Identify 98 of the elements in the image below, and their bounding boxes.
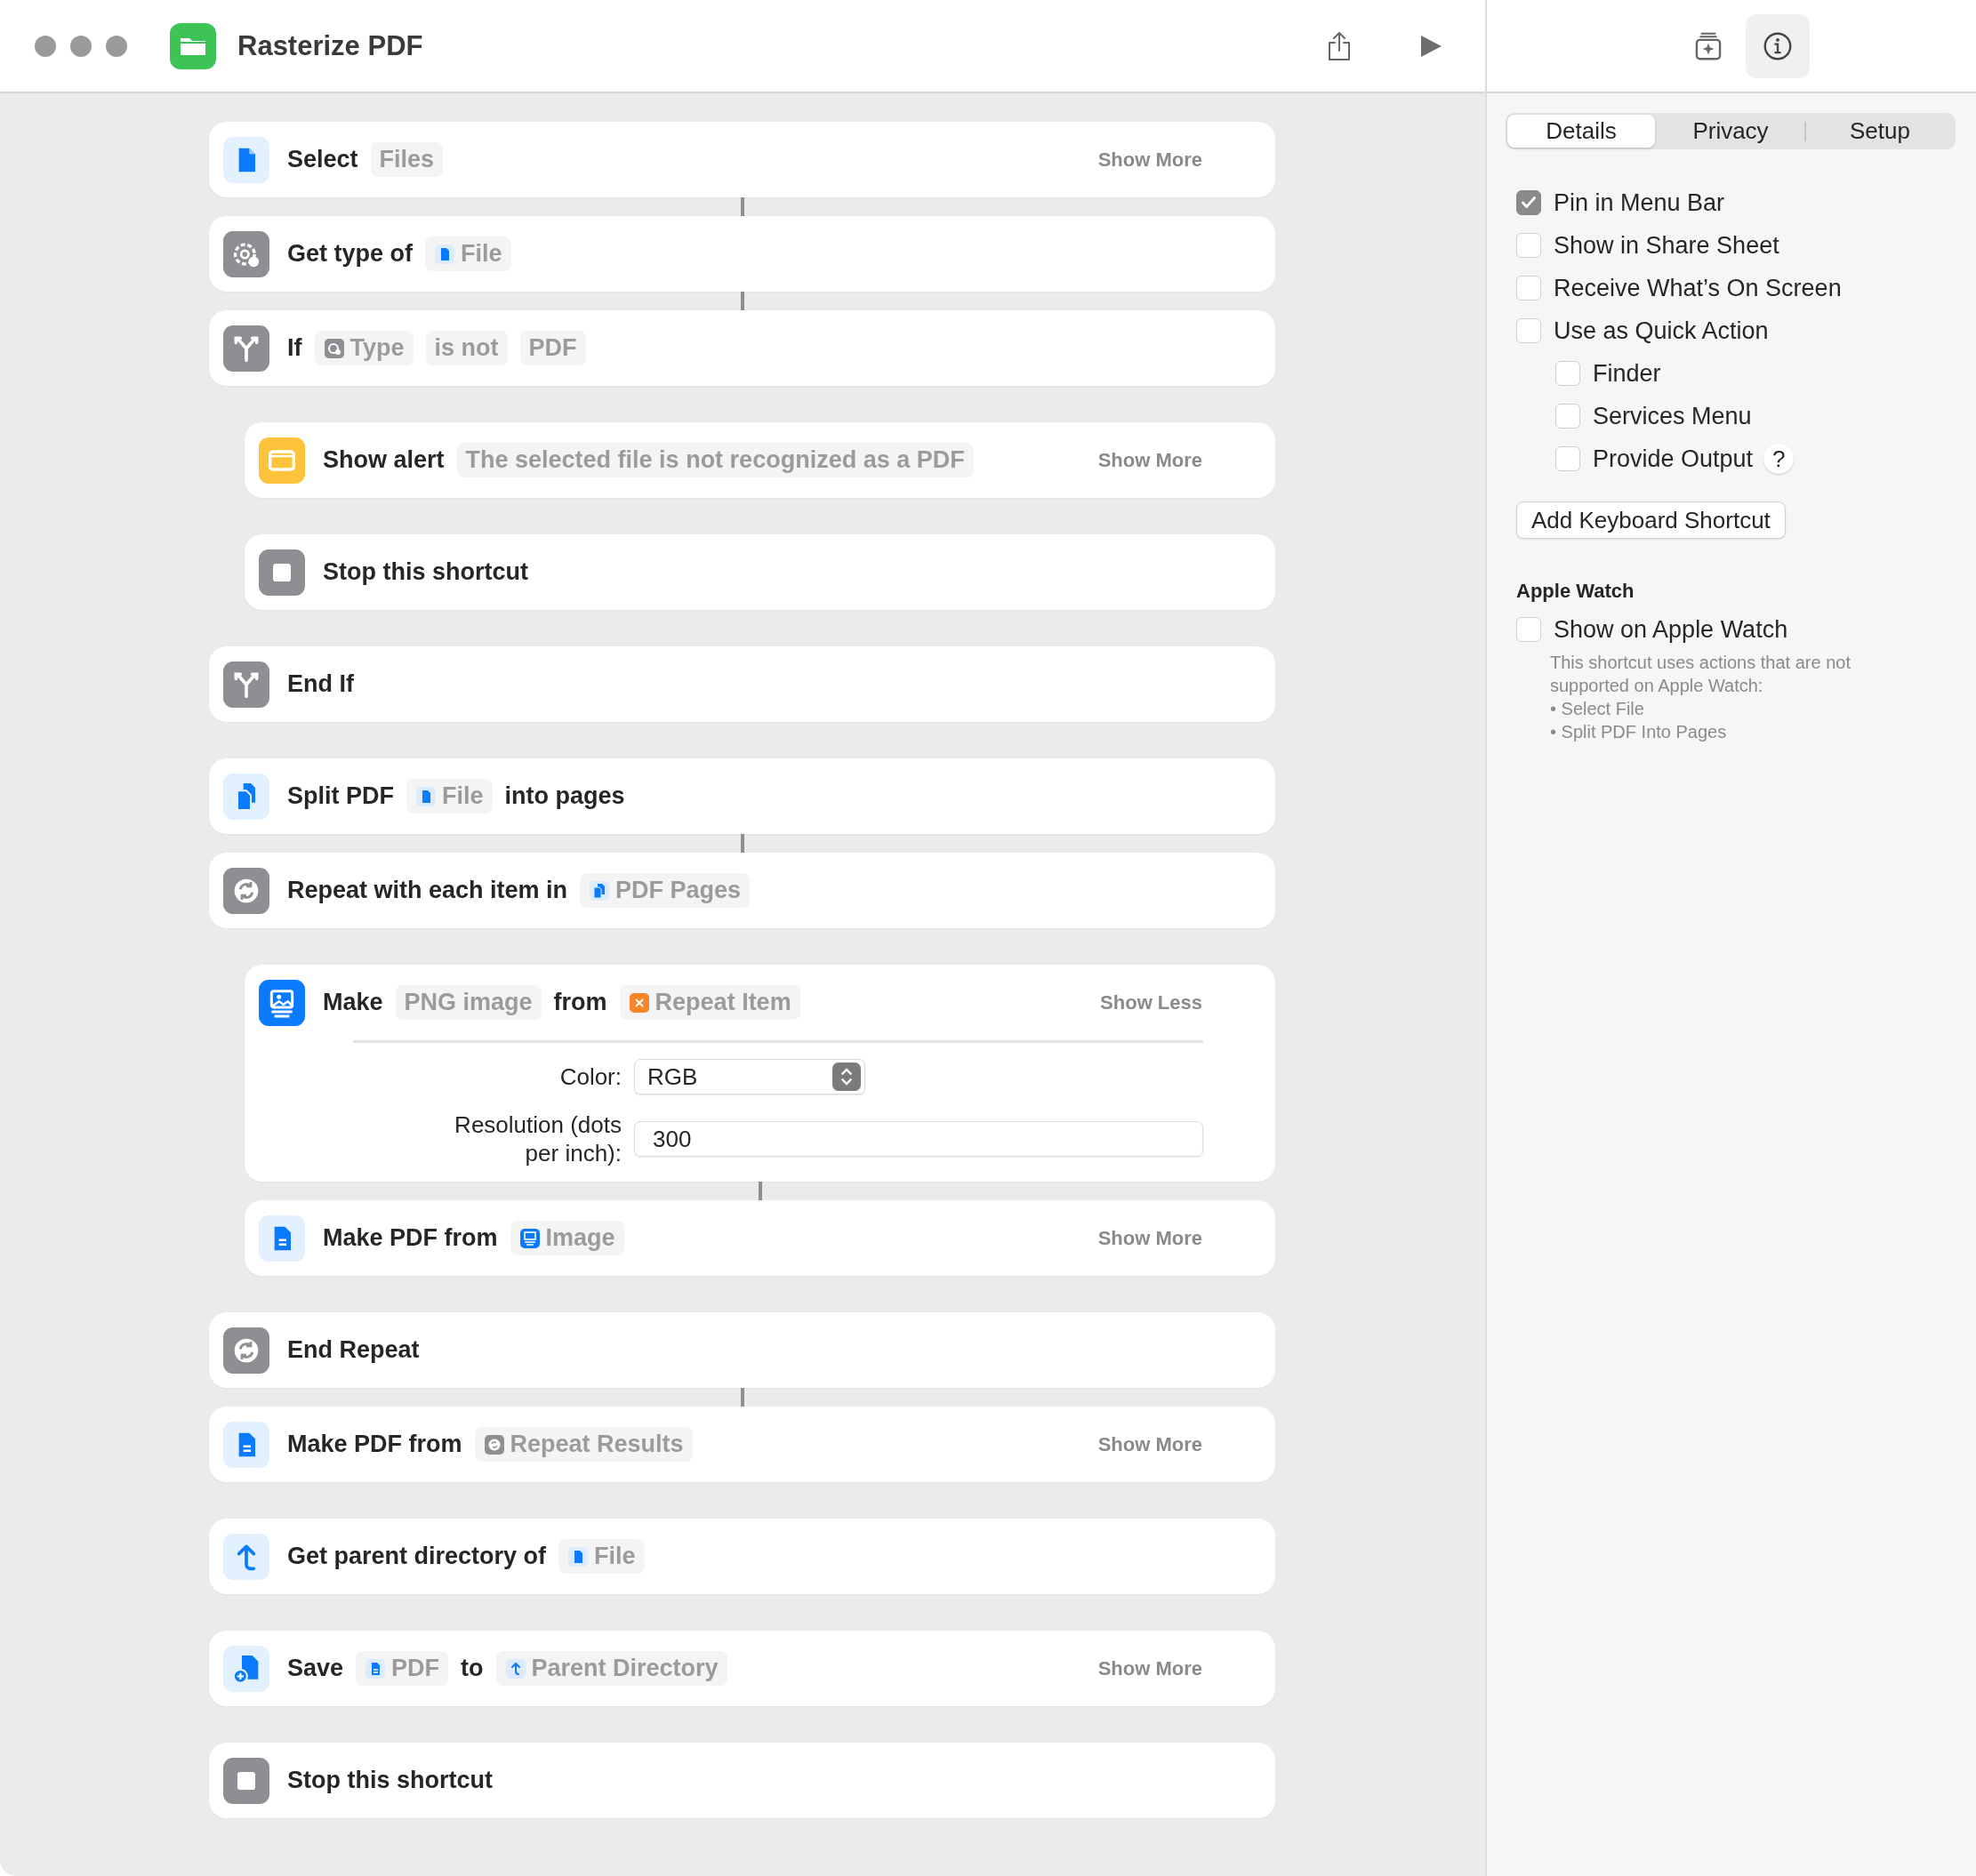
disclosure-link[interactable]: Show More bbox=[1097, 1432, 1202, 1456]
action-label: Make bbox=[323, 989, 383, 1016]
minimize-button[interactable] bbox=[70, 35, 92, 57]
tab[interactable]: Privacy bbox=[1657, 115, 1804, 148]
close-button[interactable] bbox=[35, 35, 56, 57]
variable-token[interactable]: PDF Pages bbox=[580, 873, 751, 908]
action-label: Get parent directory of bbox=[287, 1543, 547, 1570]
variable-token[interactable]: PDF bbox=[519, 331, 586, 365]
file-icon bbox=[223, 136, 269, 183]
variable-token[interactable]: The selected file is not recognized as a PDF bbox=[456, 443, 974, 477]
checkbox[interactable] bbox=[1516, 276, 1541, 301]
color-popup[interactable]: RGB bbox=[634, 1059, 865, 1094]
window-title: Rasterize PDF bbox=[237, 29, 423, 62]
checkbox-label: Provide Output bbox=[1593, 445, 1754, 473]
repeat-icon bbox=[483, 1433, 505, 1455]
branch-icon bbox=[223, 661, 269, 708]
chevrons-icon bbox=[832, 1062, 861, 1091]
checkbox[interactable] bbox=[1516, 233, 1541, 258]
checkbox-label: Finder bbox=[1593, 359, 1661, 388]
variable-token[interactable]: Files bbox=[370, 142, 444, 177]
repeat-icon bbox=[223, 1327, 269, 1374]
help-button[interactable]: ? bbox=[1763, 444, 1795, 474]
tab[interactable]: Setup bbox=[1806, 115, 1954, 148]
repeat-icon bbox=[223, 867, 269, 914]
variable-token[interactable]: File bbox=[406, 779, 493, 814]
note-item: • Split PDF Into Pages bbox=[1550, 721, 1728, 743]
variable-token[interactable]: PNG image bbox=[395, 985, 542, 1020]
variable-token[interactable]: File bbox=[425, 237, 511, 271]
disclosure-link[interactable]: Show More bbox=[1097, 1656, 1202, 1680]
checkbox-label: Show in Share Sheet bbox=[1554, 231, 1779, 260]
stop-icon bbox=[223, 1757, 269, 1804]
disclosure-link[interactable]: Show More bbox=[1097, 148, 1202, 172]
field-label: Color: bbox=[558, 1062, 622, 1091]
file-icon bbox=[415, 785, 437, 807]
checkbox-label: Receive What’s On Screen bbox=[1554, 274, 1842, 302]
document-icon bbox=[223, 1421, 269, 1468]
variable-token[interactable]: is not bbox=[425, 331, 508, 365]
section-heading: Apple Watch bbox=[1516, 580, 1635, 603]
checkbox[interactable] bbox=[1516, 318, 1541, 343]
file-icon bbox=[567, 1545, 590, 1567]
action-label: Show alert bbox=[323, 446, 445, 474]
action-label: Select bbox=[287, 146, 358, 173]
disclosure-link[interactable]: Show More bbox=[1097, 1226, 1202, 1250]
document-icon bbox=[365, 1657, 387, 1680]
action-label: Make PDF from bbox=[287, 1431, 462, 1458]
checkbox[interactable] bbox=[1555, 404, 1580, 429]
checkbox-label: Use as Quick Action bbox=[1554, 317, 1769, 345]
action-label: Repeat with each item in bbox=[287, 877, 568, 904]
pages-icon bbox=[589, 879, 611, 902]
action-label: from bbox=[553, 989, 607, 1016]
action-label: Stop this shortcut bbox=[287, 1767, 493, 1794]
variable-token[interactable]: Type bbox=[314, 331, 414, 365]
action-label: End Repeat bbox=[287, 1336, 420, 1364]
field-label: Resolution (dots per inch): bbox=[454, 1110, 622, 1167]
window-icon bbox=[259, 437, 305, 484]
note-item: • Select File bbox=[1550, 698, 1645, 720]
checkbox[interactable] bbox=[1555, 361, 1580, 386]
variable-token[interactable]: Repeat Item bbox=[619, 985, 800, 1020]
checkbox[interactable] bbox=[1516, 617, 1541, 642]
branch-icon bbox=[223, 325, 269, 372]
variable-icon bbox=[628, 991, 650, 1014]
folder-icon bbox=[170, 22, 216, 69]
arrow-up-icon bbox=[504, 1657, 526, 1680]
variable-token[interactable]: File bbox=[558, 1539, 645, 1574]
tab[interactable]: Details bbox=[1507, 115, 1655, 148]
variable-token[interactable]: Parent Directory bbox=[495, 1651, 727, 1686]
action-label: If bbox=[287, 334, 302, 362]
document-icon bbox=[259, 1215, 305, 1262]
action-label: into pages bbox=[504, 782, 625, 810]
stop-icon bbox=[259, 549, 305, 596]
action-label: Stop this shortcut bbox=[323, 558, 528, 586]
action-label: End If bbox=[287, 670, 354, 698]
checkbox[interactable] bbox=[1516, 190, 1541, 215]
add-shortcut-button[interactable]: Add Keyboard Shortcut bbox=[1516, 501, 1786, 539]
disclosure-link[interactable]: Show Less bbox=[1100, 990, 1202, 1014]
share-icon bbox=[1327, 29, 1352, 62]
checkbox-label: Services Menu bbox=[1593, 402, 1752, 430]
disclosure-link[interactable]: Show More bbox=[1097, 448, 1202, 472]
play-icon bbox=[1419, 33, 1442, 59]
note-text: This shortcut uses actions that are not supported on Apple Watch: bbox=[1550, 652, 1851, 697]
checkbox-label: Pin in Menu Bar bbox=[1554, 188, 1725, 217]
action-label: Save bbox=[287, 1655, 344, 1682]
pages-icon bbox=[223, 773, 269, 820]
zoom-button[interactable] bbox=[106, 35, 127, 57]
variable-token[interactable]: PDF bbox=[356, 1651, 449, 1686]
toolbar-button[interactable] bbox=[1746, 13, 1810, 78]
variable-token[interactable]: Repeat Results bbox=[474, 1427, 693, 1462]
action-label: Get type of bbox=[287, 240, 413, 268]
action-label: Split PDF bbox=[287, 782, 394, 810]
file-icon bbox=[434, 243, 455, 265]
checkbox[interactable] bbox=[1555, 446, 1580, 471]
document-plus-icon bbox=[223, 1645, 269, 1692]
checkbox-label: Show on Apple Watch bbox=[1554, 615, 1788, 644]
variable-token[interactable]: Image bbox=[510, 1221, 624, 1255]
arrow-up-icon bbox=[223, 1533, 269, 1580]
action-label: to bbox=[461, 1655, 484, 1682]
action-label: Make PDF from bbox=[323, 1224, 498, 1252]
resolution-field[interactable]: 300 bbox=[634, 1121, 1203, 1157]
